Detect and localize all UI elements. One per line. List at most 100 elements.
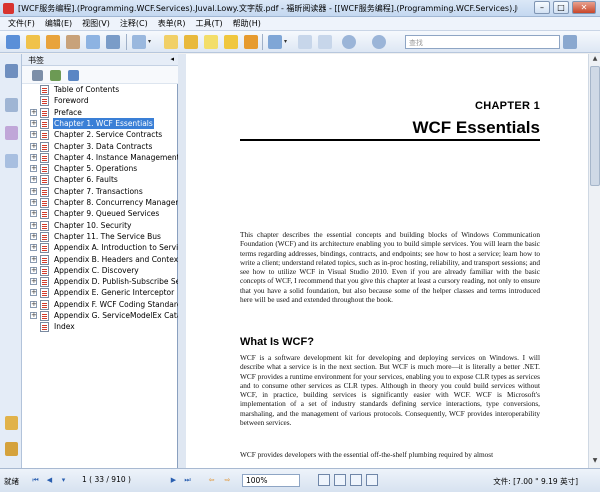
bookmark-item[interactable]: + Chapter 5. Operations [22,163,178,175]
stamp-icon[interactable] [244,35,258,49]
expand-icon[interactable]: + [30,232,37,240]
menu-file[interactable]: 文件(F) [8,18,35,29]
zoom-out-icon[interactable] [298,35,312,49]
expand-icon[interactable]: + [30,131,37,139]
prev-page-icon[interactable]: ◀ [44,475,55,486]
menu-tools[interactable]: 工具(T) [196,18,223,29]
bookmark-item[interactable]: + Chapter 9. Queued Services [22,208,178,220]
continuous-facing-icon[interactable] [366,474,378,486]
maximize-button[interactable]: □ [553,1,569,14]
bookmark-item[interactable]: + Chapter 1. WCF Essentials [22,117,178,129]
last-page-icon[interactable]: ⏭ [182,475,193,486]
expand-icon[interactable]: + [30,176,37,184]
signatures-icon[interactable] [5,442,18,456]
typewriter-icon[interactable] [132,35,146,49]
bookmark-item[interactable]: + Chapter 8. Concurrency Management [22,197,178,208]
page-down-icon[interactable]: ▾ [58,475,69,486]
single-page-icon[interactable] [318,474,330,486]
hand-tool-icon[interactable] [6,35,20,49]
close-button[interactable]: ✕ [572,1,596,14]
bookmark-item[interactable]: + Chapter 6. Faults [22,174,178,186]
continuous-icon[interactable] [334,474,346,486]
snapshot-icon[interactable] [66,35,80,49]
expand-icon[interactable]: + [30,289,37,297]
bookmark-item[interactable]: + Chapter 10. Security [22,220,178,231]
add-bookmark-icon[interactable] [50,70,61,81]
back-icon[interactable]: ⇦ [206,475,217,486]
next-view-icon[interactable] [372,35,386,49]
bookmark-item[interactable]: + Appendix G. ServiceModelEx Catalo [22,310,178,321]
bookmark-item[interactable]: Table of Contents [22,84,178,95]
fit-page-icon[interactable] [318,35,332,49]
menu-comment[interactable]: 注释(C) [120,18,148,29]
bookmark-item[interactable]: + Appendix B. Headers and Contexts [22,254,178,265]
vertical-scrollbar[interactable]: ▲ ▼ [588,54,600,468]
bookmark-item[interactable]: + Appendix F. WCF Coding Standard [22,299,178,310]
next-page-icon[interactable]: ▶ [168,475,179,486]
expand-icon[interactable]: + [30,266,37,274]
expand-icon[interactable]: + [30,108,37,116]
layers-icon[interactable] [5,126,18,140]
facing-icon[interactable] [350,474,362,486]
comments-panel-icon[interactable] [5,416,18,430]
expand-icon[interactable]: + [30,210,37,218]
minimize-button[interactable]: – [534,1,550,14]
bookmark-item[interactable]: + Appendix A. Introduction to Service [22,242,178,254]
bookmark-options-icon[interactable] [68,70,79,81]
first-page-icon[interactable]: ⏮ [30,475,41,486]
delete-bookmark-icon[interactable] [32,70,43,81]
menu-help[interactable]: 帮助(H) [233,18,261,29]
expand-icon[interactable]: + [30,244,37,252]
expand-icon[interactable]: + [30,300,37,308]
forward-icon[interactable]: ⇨ [222,475,233,486]
note-icon[interactable] [204,35,218,49]
search-input[interactable]: 查找 [405,35,560,49]
expand-icon[interactable]: + [30,119,37,127]
bookmark-item[interactable]: + Appendix C. Discovery [22,265,178,276]
zoom-select[interactable]: 100% [242,474,300,487]
pointer-icon[interactable] [46,35,60,49]
image-tool-icon[interactable] [106,35,120,49]
panel-splitter[interactable] [178,54,186,468]
bookmark-item[interactable]: + Chapter 3. Data Contracts [22,141,178,152]
attachments-icon[interactable] [5,154,18,168]
search-icon[interactable] [563,35,577,49]
scroll-up-icon[interactable]: ▲ [590,55,600,65]
expand-icon[interactable]: + [30,142,37,150]
expand-icon[interactable]: + [30,278,37,286]
bookmark-item[interactable]: + Chapter 7. Transactions [22,186,178,197]
bookmark-item[interactable]: + Chapter 2. Service Contracts [22,129,178,141]
pencil-icon[interactable] [184,35,198,49]
highlight-icon[interactable] [164,35,178,49]
bookmark-page-icon [40,265,49,276]
menu-edit[interactable]: 编辑(E) [45,18,72,29]
scroll-down-icon[interactable]: ▼ [590,457,600,467]
page-indicator[interactable]: 1 ( 33 / 910 ) [82,475,131,484]
bookmark-item[interactable]: + Chapter 11. The Service Bus [22,231,178,242]
bookmark-item[interactable]: + Preface [22,107,178,118]
expand-icon[interactable]: + [30,221,37,229]
pages-icon[interactable] [5,98,18,112]
comment-icon[interactable] [224,35,238,49]
previous-view-icon[interactable] [342,35,356,49]
expand-icon[interactable]: + [30,153,37,161]
expand-icon[interactable]: + [30,165,37,173]
bookmarks-icon[interactable] [5,64,18,78]
expand-icon[interactable]: + [30,187,37,195]
expand-icon[interactable]: + [30,199,37,206]
collapse-panel-button[interactable]: ◂ [170,55,174,63]
bookmark-item[interactable]: Foreword [22,95,178,107]
select-text-icon[interactable] [26,35,40,49]
expand-icon[interactable]: + [30,255,37,263]
bookmark-item[interactable]: + Appendix E. Generic Interceptor [22,287,178,299]
bookmark-item[interactable]: Index [22,321,178,333]
expand-icon[interactable]: + [30,312,37,319]
text-tool-icon[interactable] [86,35,100,49]
zoom-in-icon[interactable] [268,35,282,49]
menu-form[interactable]: 表单(R) [158,18,186,29]
scroll-thumb[interactable] [590,66,600,186]
section-heading: What Is WCF? [240,336,314,348]
menu-view[interactable]: 视图(V) [82,18,110,29]
bookmark-item[interactable]: + Appendix D. Publish-Subscribe Serv [22,276,178,288]
bookmark-item[interactable]: + Chapter 4. Instance Management [22,152,178,163]
